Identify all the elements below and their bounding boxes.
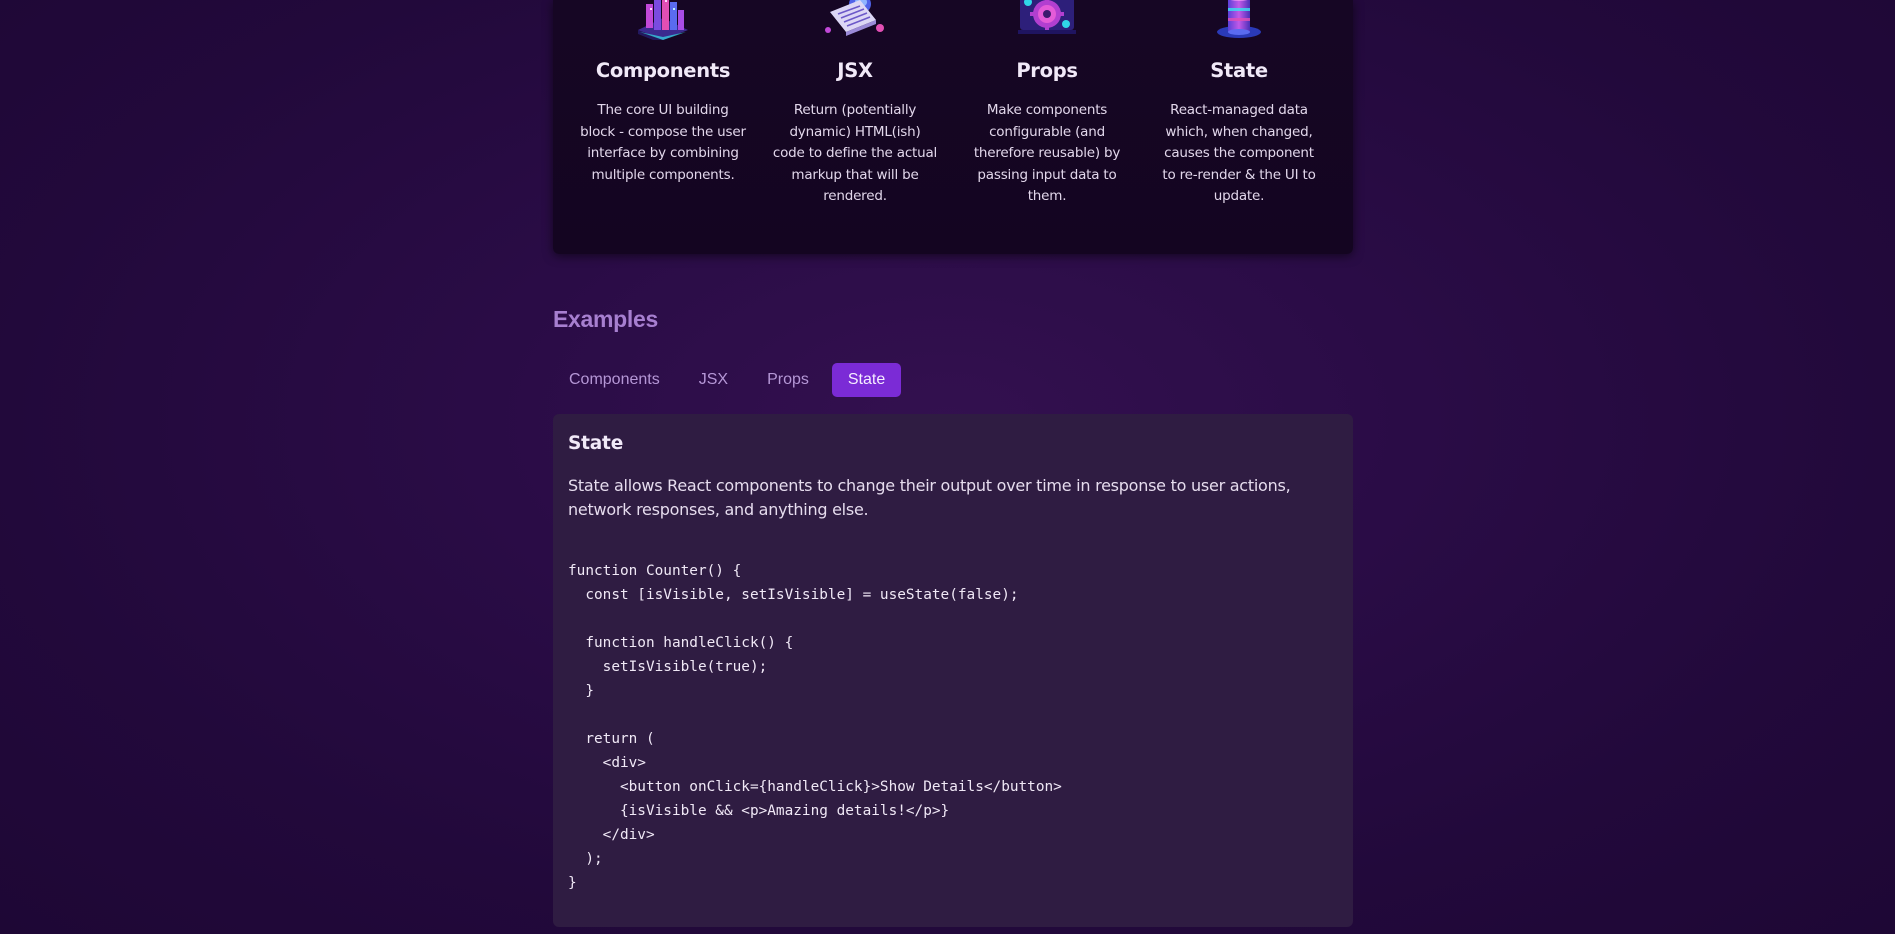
example-panel: State State allows React components to c… (553, 414, 1353, 927)
concept-title: JSX (837, 59, 873, 82)
components-icon (628, 0, 698, 40)
concept-description: React-managed data which, when changed, … (1162, 102, 1316, 205)
examples-heading: Examples (553, 306, 658, 332)
code-content: function Counter() { const [isVisible, s… (568, 563, 1062, 891)
concept-description: Make components configurable (and theref… (973, 102, 1121, 205)
tab-jsx[interactable]: JSX (683, 363, 744, 397)
props-icon (1012, 0, 1082, 40)
core-concepts-card: Components The core UI building block - … (553, 0, 1353, 254)
example-code: function Counter() { const [isVisible, s… (568, 559, 1062, 895)
example-title: State (568, 433, 624, 454)
concept-title: State (1210, 59, 1268, 82)
tab-components[interactable]: Components (553, 363, 676, 397)
state-icon (1204, 0, 1274, 40)
concept-description: The core UI building block - compose the… (580, 102, 746, 183)
concept-description: Return (potentially dynamic) HTML(ish) c… (772, 102, 938, 205)
concept-title: Components (595, 59, 731, 82)
tab-state[interactable]: State (831, 363, 902, 397)
tab-props[interactable]: Props (751, 363, 825, 397)
concept-title: Props (1016, 59, 1078, 82)
example-description: State allows React components to change … (568, 476, 1291, 519)
jsx-icon (820, 0, 890, 40)
examples-tab-bar: Components JSX Props State (553, 363, 902, 397)
